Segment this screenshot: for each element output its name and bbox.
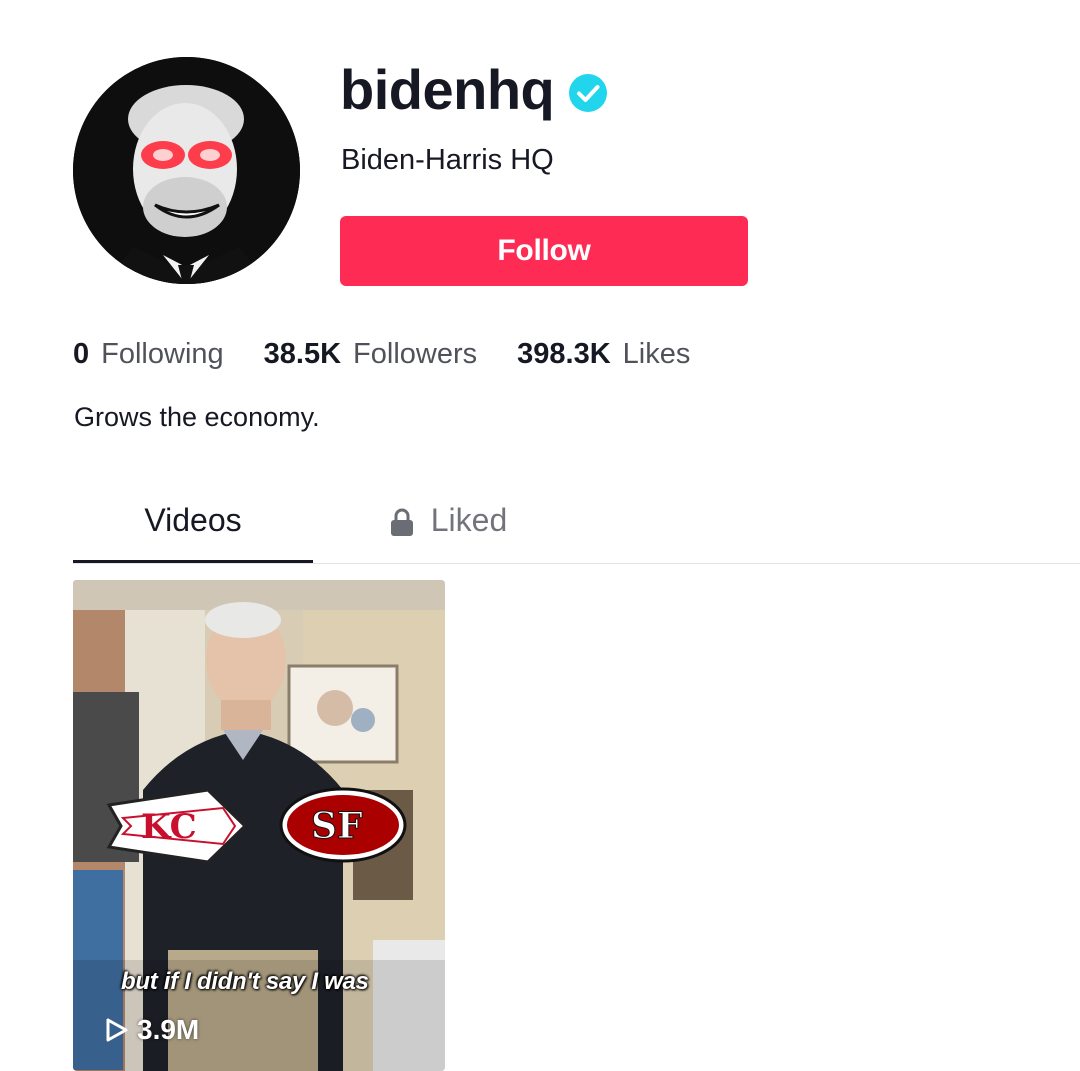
tab-liked[interactable]: Liked — [378, 480, 518, 560]
likes-count: 398.3K — [517, 338, 611, 370]
likes-stat: 398.3K Likes — [517, 334, 690, 374]
svg-text:KC: KC — [141, 807, 197, 847]
verified-badge-icon — [568, 73, 608, 113]
avatar-image — [73, 57, 300, 284]
play-icon — [105, 1017, 129, 1043]
view-count-value: 3.9M — [137, 1014, 200, 1045]
tab-videos[interactable]: Videos — [73, 480, 313, 560]
video-thumbnail[interactable]: KC SF but if I didn't say I was 3.9M — [73, 580, 445, 1071]
followers-stat[interactable]: 38.5K Followers — [264, 334, 477, 374]
video-thumbnail-image: KC SF — [73, 580, 445, 1071]
profile-stats: 0 Following 38.5K Followers 398.3K Likes — [73, 334, 730, 374]
follow-button[interactable]: Follow — [340, 216, 748, 286]
active-tab-indicator — [73, 560, 313, 563]
svg-text:SF: SF — [311, 805, 363, 847]
followers-count: 38.5K — [263, 338, 342, 370]
following-label: Following — [101, 338, 224, 370]
username: bidenhq — [340, 58, 555, 121]
49ers-logo: SF — [279, 787, 407, 863]
lock-icon — [389, 507, 415, 537]
following-count: 0 — [73, 338, 90, 370]
video-view-count: 3.9M — [105, 1014, 199, 1046]
profile-tabs: Videos Liked — [73, 480, 1080, 564]
likes-label: Likes — [622, 338, 691, 370]
following-stat[interactable]: 0 Following — [73, 334, 224, 374]
tab-liked-label: Liked — [430, 501, 508, 538]
profile-avatar[interactable] — [73, 57, 300, 284]
profile-bio: Grows the economy. — [74, 402, 320, 432]
display-name: Biden-Harris HQ — [341, 144, 554, 176]
tab-videos-label: Videos — [144, 501, 242, 538]
followers-label: Followers — [353, 338, 478, 370]
username-row: bidenhq — [340, 58, 608, 122]
video-caption: but if I didn't say I was — [121, 968, 369, 995]
